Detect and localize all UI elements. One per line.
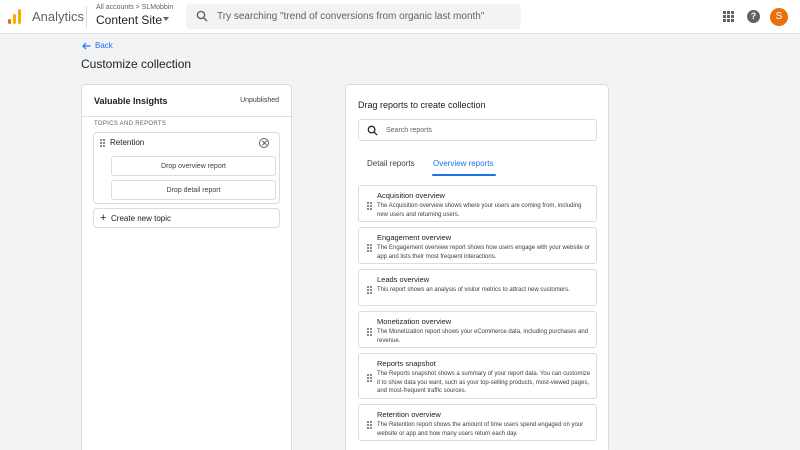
report-search-input[interactable]: Search reports [386, 127, 432, 134]
back-button[interactable]: Back [82, 41, 113, 50]
avatar[interactable]: S [770, 8, 788, 26]
report-description: The Monetization report shows your eComm… [377, 329, 589, 344]
search-bar[interactable]: Try searching "trend of conversions from… [186, 4, 521, 29]
chevron-down-icon[interactable] [163, 17, 169, 21]
report-title: Reports snapshot [377, 359, 436, 368]
page-title: Customize collection [81, 57, 192, 71]
tab-overview-reports[interactable]: Overview reports [433, 159, 493, 168]
report-card[interactable]: Monetization overview The Monetization r… [358, 311, 597, 348]
report-card[interactable]: Retention overview The Retention report … [358, 404, 597, 441]
report-card[interactable]: Acquisition overview The Acquisition ove… [358, 185, 597, 222]
report-card[interactable]: Leads overview This report shows an anal… [358, 269, 597, 306]
section-label: TOPICS AND REPORTS [94, 121, 167, 127]
remove-topic-icon[interactable] [259, 138, 269, 148]
report-card[interactable]: Reports snapshot The Reports snapshot sh… [358, 353, 597, 399]
apps-icon[interactable] [723, 11, 734, 22]
app-name[interactable]: Analytics [32, 9, 84, 24]
report-title: Engagement overview [377, 233, 452, 242]
report-library-panel: Drag reports to create collection Search… [345, 84, 609, 450]
report-description: This report shows an analysis of visitor… [377, 287, 570, 293]
search-input[interactable]: Try searching "trend of conversions from… [217, 11, 484, 22]
tab-detail-reports[interactable]: Detail reports [367, 159, 415, 168]
create-topic-label: Create new topic [111, 214, 172, 223]
report-card[interactable]: Engagement overview The Engagement overv… [358, 227, 597, 264]
report-search-field[interactable]: Search reports [358, 119, 597, 141]
search-icon [367, 125, 378, 136]
report-description: The Retention report shows the amount of… [377, 422, 584, 437]
search-icon [196, 10, 208, 22]
back-label: Back [95, 41, 113, 50]
help-icon[interactable]: ? [747, 10, 760, 23]
drag-handle-icon[interactable] [367, 328, 372, 336]
collection-name[interactable]: Valuable Insights [94, 96, 168, 106]
drop-detail-zone[interactable]: Drop detail report [111, 180, 276, 200]
report-title: Leads overview [377, 275, 430, 284]
create-topic-button[interactable]: + Create new topic [93, 208, 280, 228]
plus-icon: + [100, 212, 107, 224]
status-badge: Unpublished [240, 97, 279, 104]
arrow-left-icon [82, 42, 91, 49]
report-description: The Reports snapshot shows a summary of … [377, 371, 591, 394]
topic-name[interactable]: Retention [110, 138, 144, 147]
drag-handle-icon[interactable] [367, 244, 372, 252]
report-description: The Engagement overview report shows how… [377, 245, 590, 260]
report-title: Acquisition overview [377, 191, 445, 200]
drag-handle-icon[interactable] [367, 202, 372, 210]
drag-handle-icon[interactable] [367, 421, 372, 429]
report-title: Retention overview [377, 410, 441, 419]
top-app-bar: Analytics All accounts > SLMobbin Conten… [0, 0, 800, 34]
drag-handle-icon[interactable] [367, 286, 372, 294]
report-description: The Acquisition overview shows where you… [377, 203, 582, 218]
analytics-logo-icon[interactable] [8, 9, 22, 24]
collection-header: Valuable Insights Unpublished [82, 85, 291, 117]
property-selector[interactable]: Content Site [96, 13, 162, 27]
drag-handle-icon[interactable] [100, 139, 105, 147]
header-divider [86, 6, 87, 28]
library-title: Drag reports to create collection [358, 100, 486, 110]
report-title: Monetization overview [377, 317, 452, 326]
topic-card[interactable]: Retention Drop overview report Drop deta… [93, 132, 280, 204]
drop-overview-zone[interactable]: Drop overview report [111, 156, 276, 176]
drag-handle-icon[interactable] [367, 374, 372, 382]
collection-panel: Valuable Insights Unpublished TOPICS AND… [81, 84, 292, 450]
account-breadcrumb[interactable]: All accounts > SLMobbin [96, 4, 173, 11]
active-tab-indicator [432, 174, 496, 176]
